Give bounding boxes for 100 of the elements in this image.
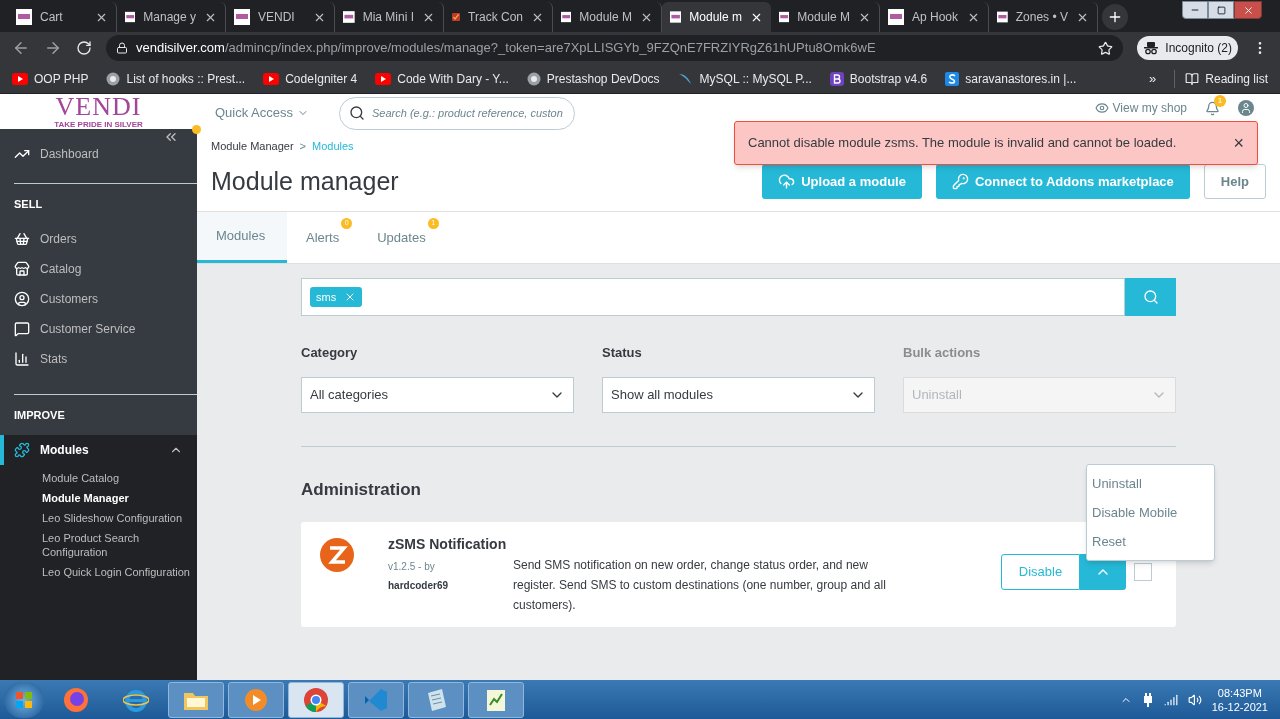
- profile-chip[interactable]: Incognito (2): [1137, 36, 1238, 60]
- sidebar-item[interactable]: Customer Service: [0, 314, 197, 344]
- sidebar-item[interactable]: Orders: [0, 224, 197, 254]
- clock-time[interactable]: 08:43PM: [1217, 685, 1262, 700]
- page-title: Module manager: [211, 165, 399, 197]
- bookmark-star-icon[interactable]: [1098, 40, 1114, 56]
- volume-icon[interactable]: [1187, 692, 1202, 707]
- logo-tagline: TAKE PRIDE IN SILVER: [54, 120, 143, 129]
- bookmark[interactable]: MySQL :: MySQL P...: [677, 69, 812, 88]
- tab-title: Ap Hook: [912, 9, 959, 26]
- logo-icon: [888, 9, 904, 25]
- select-field[interactable]: All categories: [301, 376, 574, 413]
- incognito-icon: [1143, 41, 1160, 55]
- search-field[interactable]: Search (e.g.: product reference, custon: [339, 96, 576, 130]
- user-circle-icon: [14, 291, 30, 307]
- close-button[interactable]: [1234, 1, 1262, 19]
- play-icon: [375, 72, 392, 85]
- store-icon: [14, 261, 30, 277]
- logo-icon: [125, 9, 136, 25]
- bookmark[interactable]: Prestashop DevDocs: [526, 69, 660, 88]
- select-field[interactable]: Show all modules: [602, 376, 875, 413]
- reading-list[interactable]: Reading list: [1174, 69, 1268, 88]
- eye-icon: [1094, 101, 1109, 115]
- logo-icon: [16, 9, 32, 25]
- module-description: Send SMS notification on new order, change status order, and new register. Send SMS to custom destinations (one number, group and all customers).: [513, 557, 887, 614]
- taskbar-button[interactable]: [288, 681, 344, 718]
- submenu-item[interactable]: Module Catalog: [42, 471, 193, 485]
- logo-icon: [670, 9, 682, 25]
- more-bookmarks[interactable]: »: [1149, 68, 1157, 89]
- puzzle-icon: [14, 442, 30, 458]
- new-tab-button[interactable]: [1102, 4, 1128, 30]
- menu-item[interactable]: Disable Mobile: [1087, 498, 1214, 527]
- tab-title: Cart: [40, 9, 64, 26]
- bookmark[interactable]: Bootstrap v4.6: [829, 69, 928, 88]
- bell-icon[interactable]: [1205, 100, 1220, 116]
- play-icon: [263, 72, 280, 85]
- tab-title: Mia Mini I: [362, 9, 414, 26]
- menu-item[interactable]: Reset: [1087, 527, 1214, 556]
- breadcrumb-link[interactable]: Module Manager: [211, 138, 294, 155]
- sidebar-item[interactable]: Modules: [0, 435, 197, 465]
- logo-icon: [997, 9, 1008, 25]
- sidebar-item[interactable]: Catalog: [0, 254, 197, 284]
- basket-icon: [14, 231, 30, 247]
- minimize-button[interactable]: [1182, 1, 1208, 19]
- submenu-item[interactable]: Leo Quick Login Configuration: [42, 565, 193, 579]
- play-icon: [12, 72, 28, 85]
- maximize-icon: [1216, 5, 1226, 15]
- close-button[interactable]: ×: [1233, 129, 1244, 157]
- signal-icon[interactable]: [1163, 692, 1178, 707]
- reload-icon[interactable]: [76, 40, 92, 56]
- tab-title: VENDI: [258, 9, 296, 26]
- module-name: zSMS Notification: [388, 535, 508, 554]
- browser-tab[interactable]: Module m: [662, 2, 771, 32]
- sidebar-item[interactable]: Dashboard: [0, 145, 197, 163]
- page-tab[interactable]: Modules: [197, 212, 287, 263]
- sidebar-item[interactable]: Stats: [0, 344, 197, 374]
- notification-badge: 1: [1214, 94, 1226, 107]
- tab-title: Module M: [797, 9, 850, 26]
- bookmark[interactable]: CodeIgniter 4: [263, 69, 358, 88]
- forward-icon[interactable]: [44, 39, 62, 57]
- submenu-item[interactable]: Leo Slideshow Configuration: [42, 511, 193, 525]
- logo-wordmark: VENDI: [55, 94, 142, 120]
- alert-message: Cannot disable module zsms. The module is invalid and cannot be loaded.: [748, 134, 1178, 153]
- media-player-icon: [243, 686, 269, 713]
- address-bar[interactable]: vendisilver.com/admincp/index.php/improve/modules/manage?_token=are7XpLLISGYb_9FZQnE7FRZIYRgZ61hUPtu8Omk6wE: [106, 35, 1124, 61]
- action-button[interactable]: Help: [1203, 164, 1266, 199]
- globe-icon: [526, 71, 541, 86]
- reading-list-label: Reading list: [1205, 70, 1268, 88]
- taskbar-button[interactable]: [228, 681, 284, 718]
- bookmark[interactable]: OOP PHP: [12, 69, 89, 88]
- tab-title: Manage y: [143, 9, 196, 26]
- chat-icon: [14, 321, 30, 337]
- maximize-button[interactable]: [1208, 1, 1234, 19]
- submenu-item[interactable]: Module Manager: [42, 491, 193, 505]
- search-icon: [1142, 289, 1159, 305]
- avatar[interactable]: [1238, 100, 1254, 116]
- start-button[interactable]: [4, 681, 44, 718]
- back-icon[interactable]: [12, 39, 30, 57]
- taskbar-button[interactable]: [168, 681, 224, 718]
- clock-date[interactable]: 16-12-2021: [1211, 699, 1268, 714]
- lock-icon: [116, 42, 128, 54]
- filter-label: Status: [602, 344, 643, 362]
- chrome-icon: [303, 686, 329, 713]
- section-heading: SELL: [13, 196, 44, 212]
- submenu-item[interactable]: Leo Product Search Configuration: [42, 531, 193, 559]
- menu-item[interactable]: Uninstall: [1087, 469, 1214, 498]
- module-logo: [319, 537, 355, 573]
- power-plug-icon[interactable]: [1141, 692, 1154, 707]
- bookmark[interactable]: saravanastores.in |...: [945, 69, 1077, 88]
- bookmark[interactable]: List of hooks :: Prest...: [106, 69, 246, 88]
- view-shop-link[interactable]: View my shop: [1094, 101, 1187, 115]
- checkbox[interactable]: [1134, 563, 1152, 581]
- taskbar-button[interactable]: [408, 681, 464, 718]
- taskbar-button[interactable]: [468, 681, 524, 718]
- quick-access-menu[interactable]: Quick Access: [215, 103, 310, 123]
- plus-icon: [1107, 9, 1123, 25]
- bookmark[interactable]: Code With Dary - Y...: [375, 69, 509, 88]
- filter-label: Category: [301, 344, 359, 362]
- sidebar-item[interactable]: Customers: [0, 284, 197, 314]
- logo-icon: [561, 9, 572, 25]
